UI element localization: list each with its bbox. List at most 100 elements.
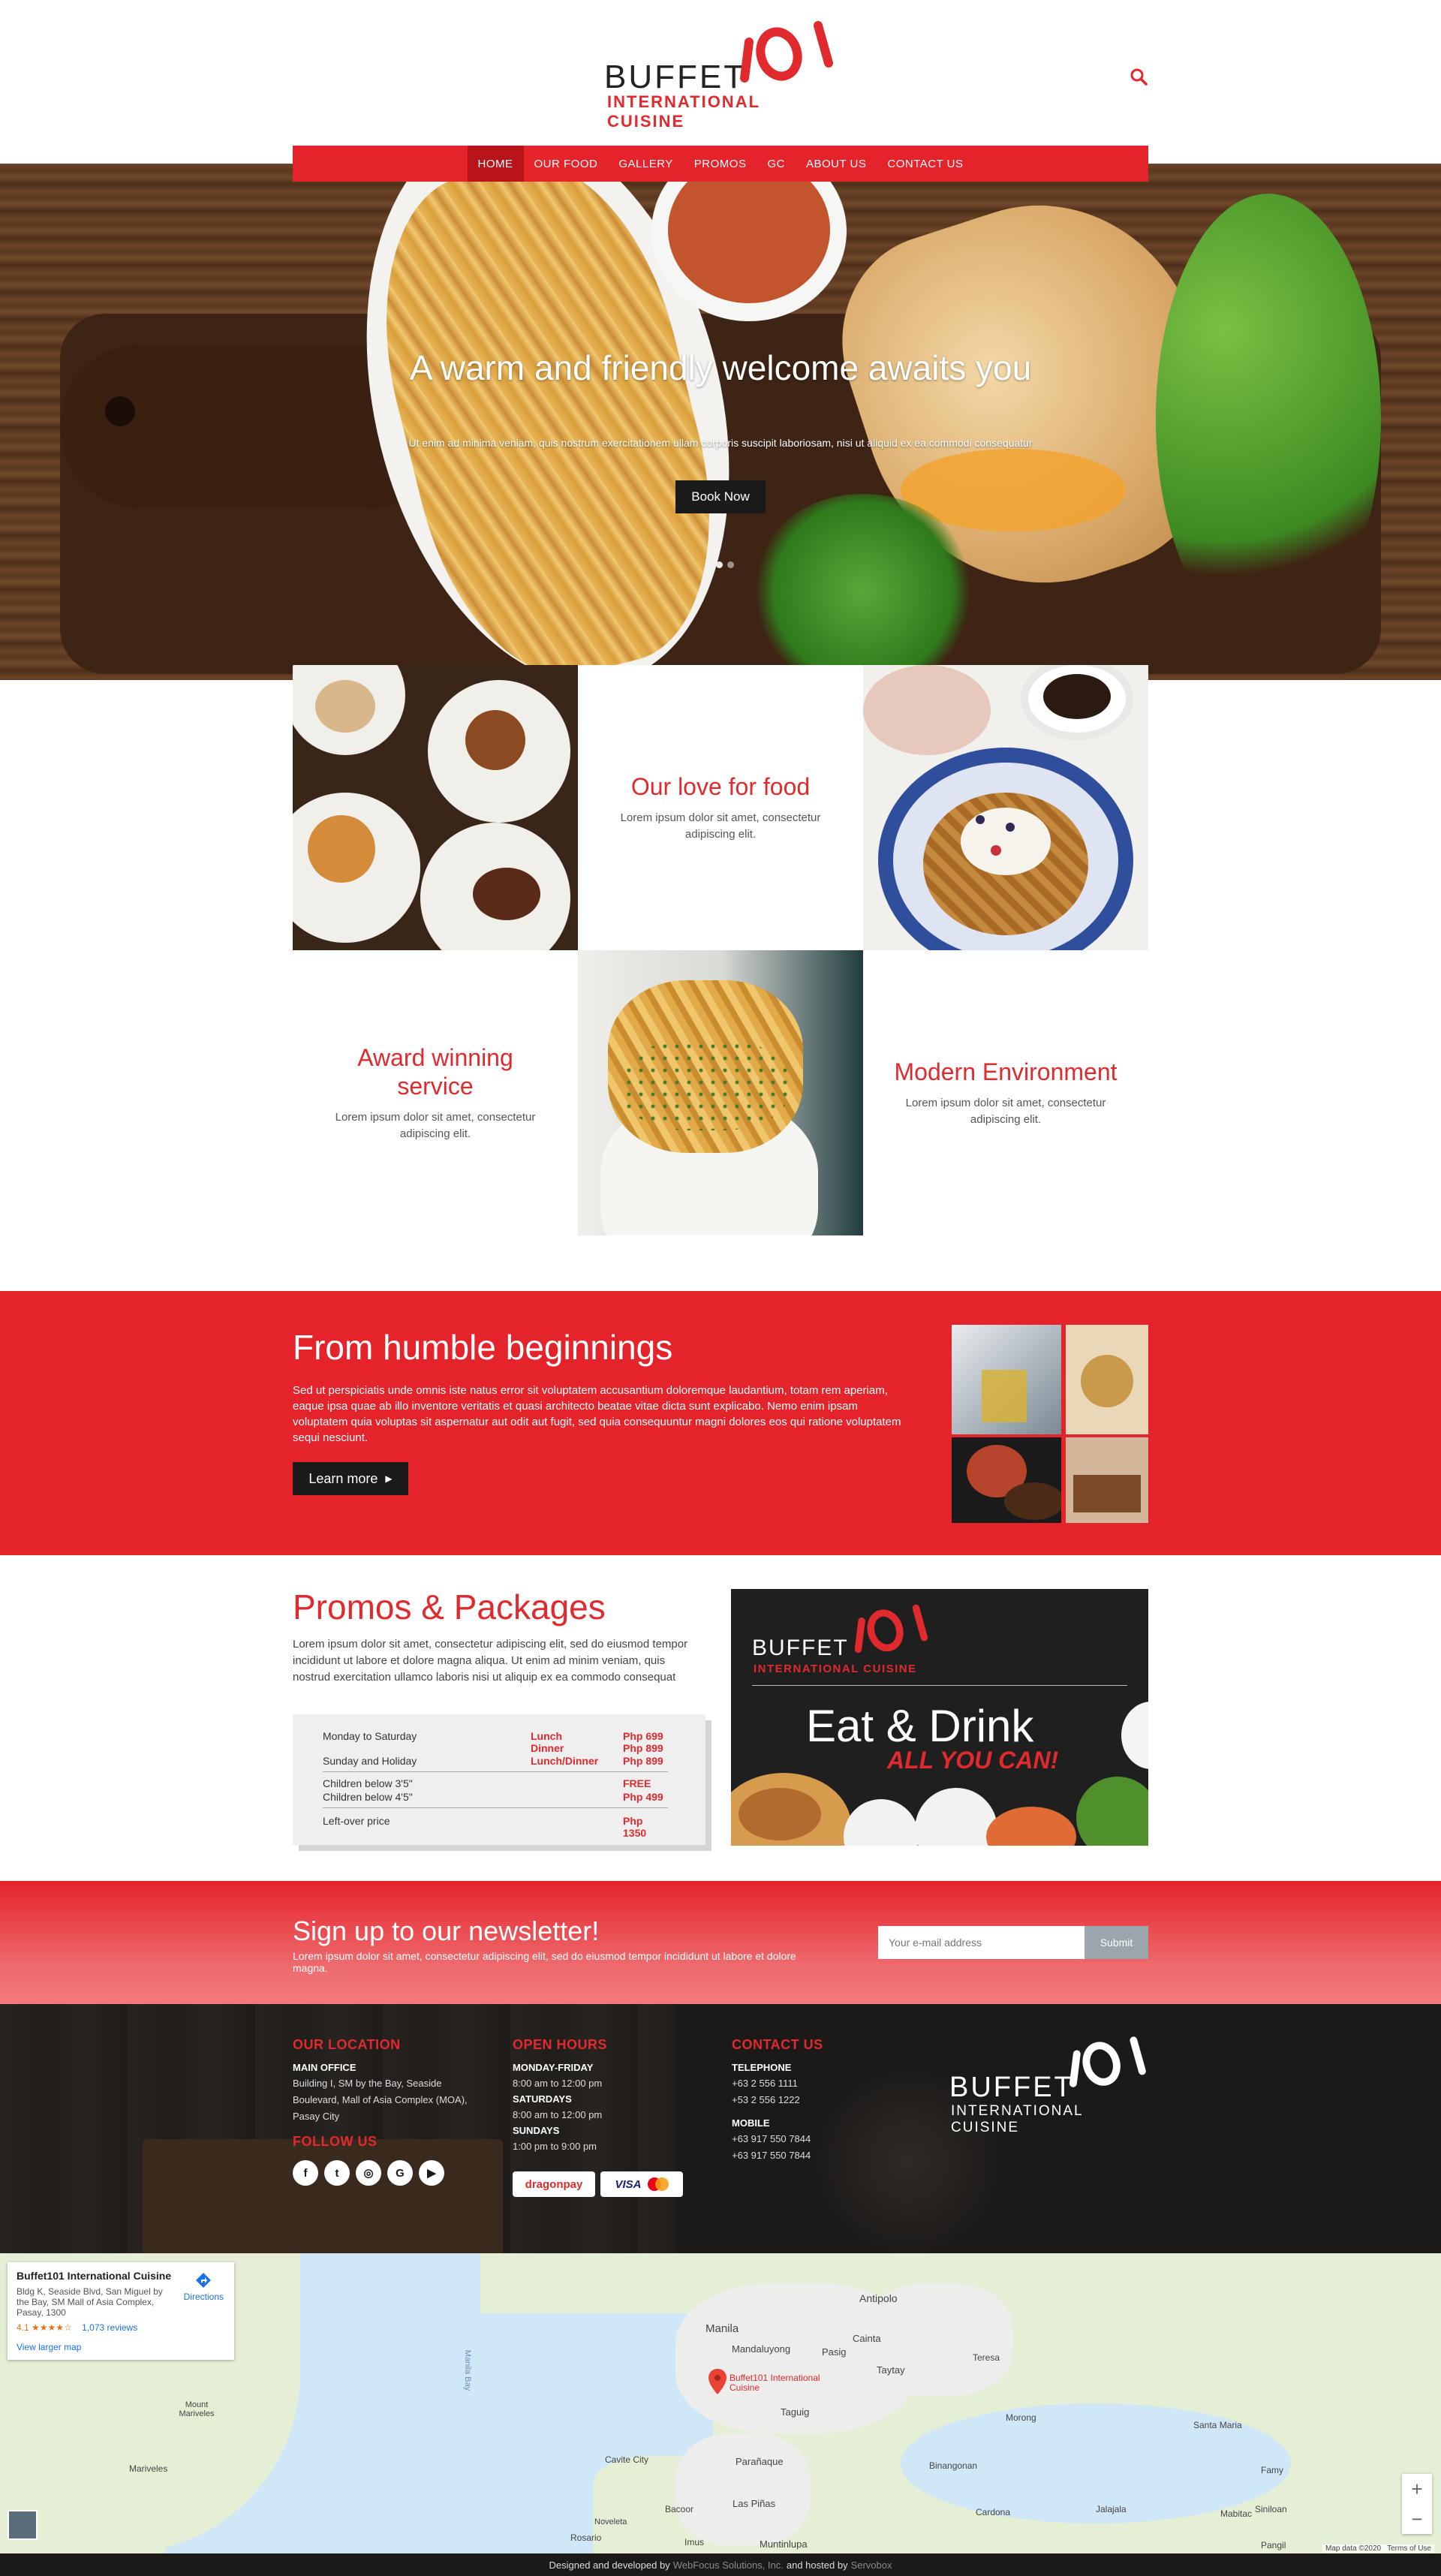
reviews-link[interactable]: 1,073 reviews <box>82 2322 137 2333</box>
map-label: Teresa <box>973 2352 1000 2363</box>
slider-dot-1[interactable] <box>716 561 723 568</box>
newsletter-section: Sign up to our newsletter! Lorem ipsum d… <box>0 1881 1441 2004</box>
logo-101-mark <box>740 21 833 83</box>
footer-contact: CONTACT US TELEPHONE +63 2 556 1111 +53 … <box>732 2037 897 2164</box>
instagram-icon[interactable]: ◎ <box>356 2160 381 2186</box>
newsletter-title: Sign up to our newsletter! <box>293 1915 600 1946</box>
book-now-button[interactable]: Book Now <box>675 480 766 513</box>
webfocus-link[interactable]: WebFocus Solutions, Inc. <box>673 2559 784 2571</box>
map-label: Manila Bay <box>463 2349 473 2391</box>
map-label: Mabitac <box>1220 2508 1253 2519</box>
site-footer <box>0 2004 1441 2253</box>
logo-buffet: BUFFET <box>604 59 747 95</box>
map-label: Cardona <box>976 2507 1011 2517</box>
gallery-thumb-coffee[interactable] <box>952 1437 1061 1523</box>
email-input[interactable] <box>878 1926 1085 1959</box>
price-divider <box>323 1771 668 1772</box>
eat-and-drink-banner[interactable]: BUFFET INTERNATIONAL CUISINE Eat & Drink… <box>731 1589 1148 1846</box>
submit-button[interactable]: Submit <box>1085 1926 1148 1959</box>
facebook-icon[interactable]: f <box>293 2160 318 2186</box>
telephone-number[interactable]: +63 2 556 1111 <box>732 2075 897 2092</box>
nav-home[interactable]: HOME <box>467 146 524 182</box>
google-icon[interactable]: G <box>387 2160 413 2186</box>
map-attribution: Map data ©2020 Terms of Use <box>1322 2544 1434 2553</box>
map-label: Taytay <box>877 2364 905 2376</box>
banner-eat-drink: Eat & Drink <box>806 1701 1034 1751</box>
feature-title: Our love for food <box>630 773 811 800</box>
map-zoom-controls: + − <box>1402 2474 1432 2534</box>
map-label: Las Piñas <box>733 2498 776 2509</box>
map-pin-icon[interactable] <box>708 2369 727 2394</box>
learn-more-button[interactable]: Learn more ▶ <box>293 1462 408 1495</box>
gallery-thumb-pasta[interactable] <box>1066 1325 1148 1434</box>
price-table: Monday to Saturday Lunch Php 699 Dinner … <box>293 1714 705 1845</box>
telephone-label: TELEPHONE <box>732 2062 792 2073</box>
map-label: Taguig <box>781 2406 810 2418</box>
twitter-icon[interactable]: t <box>324 2160 350 2186</box>
social-links: f t ◎ G ▶ <box>293 2160 488 2186</box>
hours-time: 8:00 am to 12:00 pm <box>513 2109 603 2120</box>
map-label: Noveleta <box>594 2517 627 2526</box>
dragonpay-logo: dragonpay <box>513 2171 595 2197</box>
feature-modern-environment: Modern Environment Lorem ipsum dolor sit… <box>863 950 1148 1235</box>
main-office-address: Building I, SM by the Bay, Seaside Boule… <box>293 2078 468 2122</box>
map-label: Jalajala <box>1096 2504 1127 2514</box>
mobile-number[interactable]: +63 917 550 7844 <box>732 2131 897 2147</box>
feature-text: Lorem ipsum dolor sit amet, consectetur … <box>905 1097 1106 1126</box>
mobile-number[interactable]: +63 917 550 7844 <box>732 2147 897 2164</box>
map-label: Santa Maria <box>1193 2420 1242 2430</box>
zoom-out-button[interactable]: − <box>1402 2504 1432 2534</box>
footer-location: OUR LOCATION MAIN OFFICE Building I, SM … <box>293 2037 488 2186</box>
contact-heading: CONTACT US <box>732 2037 823 2052</box>
footer-logo: BUFFET INTERNATIONAL CUISINE <box>949 2036 1152 2135</box>
newsletter-text: Lorem ipsum dolor sit amet, consectetur … <box>293 1950 796 1974</box>
feature-text: Lorem ipsum dolor sit amet, consectetur … <box>620 811 821 841</box>
nav-about-us[interactable]: ABOUT US <box>796 146 877 182</box>
place-rating: 4.1 ★★★★☆ 1,073 reviews <box>17 2322 138 2333</box>
follow-heading: FOLLOW US <box>293 2134 378 2149</box>
nav-gc[interactable]: GC <box>757 146 796 182</box>
main-office-label: MAIN OFFICE <box>293 2062 356 2073</box>
about-section: From humble beginnings Sed ut perspiciat… <box>0 1291 1441 1555</box>
directions-button[interactable]: Directions <box>184 2271 224 2302</box>
hours-time: 8:00 am to 12:00 pm <box>513 2078 603 2089</box>
telephone-number[interactable]: +53 2 556 1222 <box>732 2092 897 2108</box>
brand-logo[interactable]: BUFFET INTERNATIONAL CUISINE <box>604 21 837 131</box>
hours-day: SATURDAYS <box>513 2093 572 2105</box>
feature-award-winning-service: Award winning service Lorem ipsum dolor … <box>293 950 578 1235</box>
view-larger-map-link[interactable]: View larger map <box>17 2342 225 2352</box>
credits-bar: Designed and developed by WebFocus Solut… <box>0 2553 1441 2576</box>
nav-promos[interactable]: PROMOS <box>684 146 757 182</box>
hours-day: MONDAY-FRIDAY <box>513 2062 594 2073</box>
youtube-icon[interactable]: ▶ <box>419 2160 444 2186</box>
gallery-thumb-drink[interactable] <box>952 1325 1061 1434</box>
price-divider <box>323 1807 668 1808</box>
slider-dot-2[interactable] <box>727 561 734 568</box>
about-text: Sed ut perspiciatis unde omnis iste natu… <box>293 1384 901 1444</box>
hours-day: SUNDAYS <box>513 2125 560 2136</box>
map-label: Parañaque <box>736 2456 784 2467</box>
servobox-link[interactable]: Servobox <box>851 2559 892 2571</box>
visa-mastercard-logo: VISA <box>600 2171 683 2197</box>
location-map[interactable]: Antipolo Cainta Manila Mandaluyong Pasig… <box>0 2253 1441 2553</box>
main-nav: HOME OUR FOOD GALLERY PROMOS GC ABOUT US… <box>293 146 1148 182</box>
nav-our-food[interactable]: OUR FOOD <box>524 146 609 182</box>
promos-text: Lorem ipsum dolor sit amet, consectetur … <box>293 1638 688 1684</box>
zoom-in-button[interactable]: + <box>1402 2474 1432 2504</box>
map-label: Cainta <box>853 2333 881 2344</box>
nav-contact-us[interactable]: CONTACT US <box>877 146 973 182</box>
map-pin-label: Buffet101 International Cuisine <box>730 2373 820 2393</box>
map-label: Morong <box>1006 2412 1036 2423</box>
location-heading: OUR LOCATION <box>293 2037 401 2052</box>
map-label: Famy <box>1261 2465 1283 2475</box>
learn-more-label: Learn more <box>308 1470 378 1486</box>
search-icon[interactable] <box>1130 68 1148 86</box>
promos-title: Promos & Packages <box>293 1587 606 1627</box>
nav-gallery[interactable]: GALLERY <box>608 146 683 182</box>
satellite-toggle[interactable] <box>8 2510 38 2540</box>
hero-subtitle: Ut enim ad minima veniam, quis nostrum e… <box>408 437 1033 449</box>
footer-101-mark <box>1069 2036 1146 2087</box>
gallery-thumb-restaurant[interactable] <box>1066 1437 1148 1523</box>
map-label: Mariveles <box>129 2463 168 2474</box>
logo-international-cuisine: INTERNATIONAL CUISINE <box>607 92 760 131</box>
